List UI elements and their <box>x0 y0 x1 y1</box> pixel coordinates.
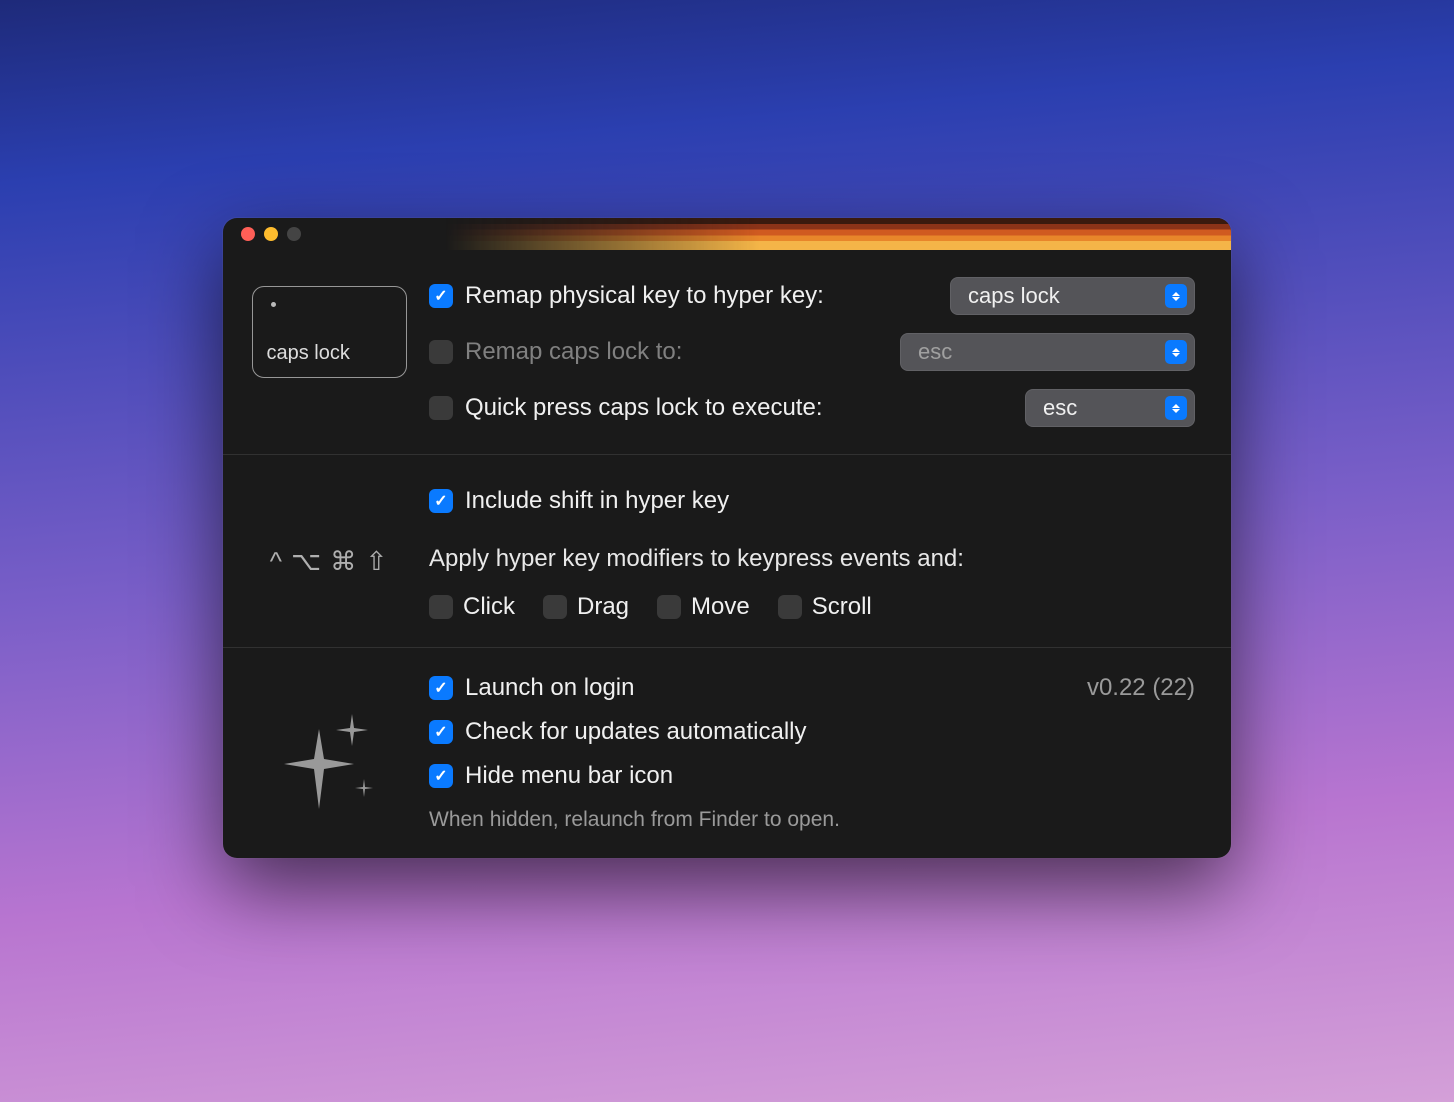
keycap-label: caps lock <box>267 342 350 365</box>
titlebar <box>223 218 1231 250</box>
select-value: esc <box>1043 395 1153 421</box>
checkmark-icon: ✓ <box>434 491 447 511</box>
apply-modifiers-label: Apply hyper key modifiers to keypress ev… <box>429 545 1195 573</box>
chevron-up-down-icon <box>1165 340 1187 364</box>
click-checkbox[interactable] <box>429 595 453 619</box>
version-label: v0.22 (22) <box>1087 674 1195 702</box>
section-modifiers: ^ ⌥ ⌘ ⇧ ✓ Include shift in hyper key App… <box>223 454 1231 647</box>
chevron-up-down-icon <box>1165 396 1187 420</box>
row-check-updates: ✓ Check for updates automatically <box>429 718 1195 746</box>
row-remap-capslock: Remap caps lock to: esc <box>429 332 1195 372</box>
modifier-events-row: Click Drag Move Scroll <box>429 593 1195 621</box>
modifier-symbols-icon: ^ ⌥ ⌘ ⇧ <box>270 491 389 621</box>
checkmark-icon: ✓ <box>434 722 447 742</box>
scroll-option: Scroll <box>778 593 872 621</box>
checkmark-icon: ✓ <box>434 286 447 306</box>
check-updates-label: Check for updates automatically <box>465 718 1195 746</box>
row-include-shift: ✓ Include shift in hyper key <box>429 481 1195 521</box>
section-icon-modifiers: ^ ⌥ ⌘ ⇧ <box>249 481 409 621</box>
quick-press-checkbox[interactable] <box>429 396 453 420</box>
move-label: Move <box>691 593 750 621</box>
chevron-up-down-icon <box>1165 284 1187 308</box>
hide-menubar-checkbox[interactable]: ✓ <box>429 764 453 788</box>
remap-hyper-select[interactable]: caps lock <box>950 277 1195 315</box>
click-label: Click <box>463 593 515 621</box>
section-body: ✓ Remap physical key to hyper key: caps … <box>429 276 1195 428</box>
quick-press-label: Quick press caps lock to execute: <box>465 394 1013 422</box>
launch-login-label: Launch on login <box>465 674 634 702</box>
include-shift-label: Include shift in hyper key <box>465 487 1195 515</box>
checkmark-icon: ✓ <box>434 678 447 698</box>
close-button[interactable] <box>241 227 255 241</box>
zoom-button-disabled <box>287 227 301 241</box>
content: caps lock ✓ Remap physical key to hyper … <box>223 250 1231 858</box>
keycap-indicator-dot <box>271 302 276 307</box>
hide-menubar-label: Hide menu bar icon <box>465 762 1195 790</box>
minimize-button[interactable] <box>264 227 278 241</box>
row-launch-login: ✓ Launch on login v0.22 (22) <box>429 674 1195 702</box>
remap-hyper-checkbox[interactable]: ✓ <box>429 284 453 308</box>
include-shift-checkbox[interactable]: ✓ <box>429 489 453 513</box>
section-app: ✓ Launch on login v0.22 (22) ✓ Check for… <box>223 647 1231 858</box>
drag-option: Drag <box>543 593 629 621</box>
section-body: ✓ Launch on login v0.22 (22) ✓ Check for… <box>429 674 1195 832</box>
quick-press-select[interactable]: esc <box>1025 389 1195 427</box>
scroll-checkbox[interactable] <box>778 595 802 619</box>
remap-capslock-label: Remap caps lock to: <box>465 338 888 366</box>
drag-checkbox[interactable] <box>543 595 567 619</box>
row-hide-menubar: ✓ Hide menu bar icon <box>429 762 1195 790</box>
section-icon-sparkle <box>249 674 409 832</box>
sparkle-icon <box>274 714 384 814</box>
remap-hyper-label: Remap physical key to hyper key: <box>465 282 938 310</box>
check-updates-checkbox[interactable]: ✓ <box>429 720 453 744</box>
row-quick-press: Quick press caps lock to execute: esc <box>429 388 1195 428</box>
hide-menubar-note: When hidden, relaunch from Finder to ope… <box>429 808 1195 832</box>
select-value: esc <box>918 339 1153 365</box>
click-option: Click <box>429 593 515 621</box>
drag-label: Drag <box>577 593 629 621</box>
move-checkbox[interactable] <box>657 595 681 619</box>
section-icon-keycap: caps lock <box>249 276 409 428</box>
row-remap-hyper: ✓ Remap physical key to hyper key: caps … <box>429 276 1195 316</box>
select-value: caps lock <box>968 283 1153 309</box>
preferences-window: caps lock ✓ Remap physical key to hyper … <box>223 218 1231 858</box>
keycap-icon: caps lock <box>252 286 407 378</box>
scroll-label: Scroll <box>812 593 872 621</box>
remap-capslock-select[interactable]: esc <box>900 333 1195 371</box>
section-remap: caps lock ✓ Remap physical key to hyper … <box>223 250 1231 454</box>
remap-capslock-checkbox[interactable] <box>429 340 453 364</box>
titlebar-decoration <box>445 218 1231 250</box>
launch-login-checkbox[interactable]: ✓ <box>429 676 453 700</box>
section-body: ✓ Include shift in hyper key Apply hyper… <box>429 481 1195 621</box>
move-option: Move <box>657 593 750 621</box>
checkmark-icon: ✓ <box>434 766 447 786</box>
